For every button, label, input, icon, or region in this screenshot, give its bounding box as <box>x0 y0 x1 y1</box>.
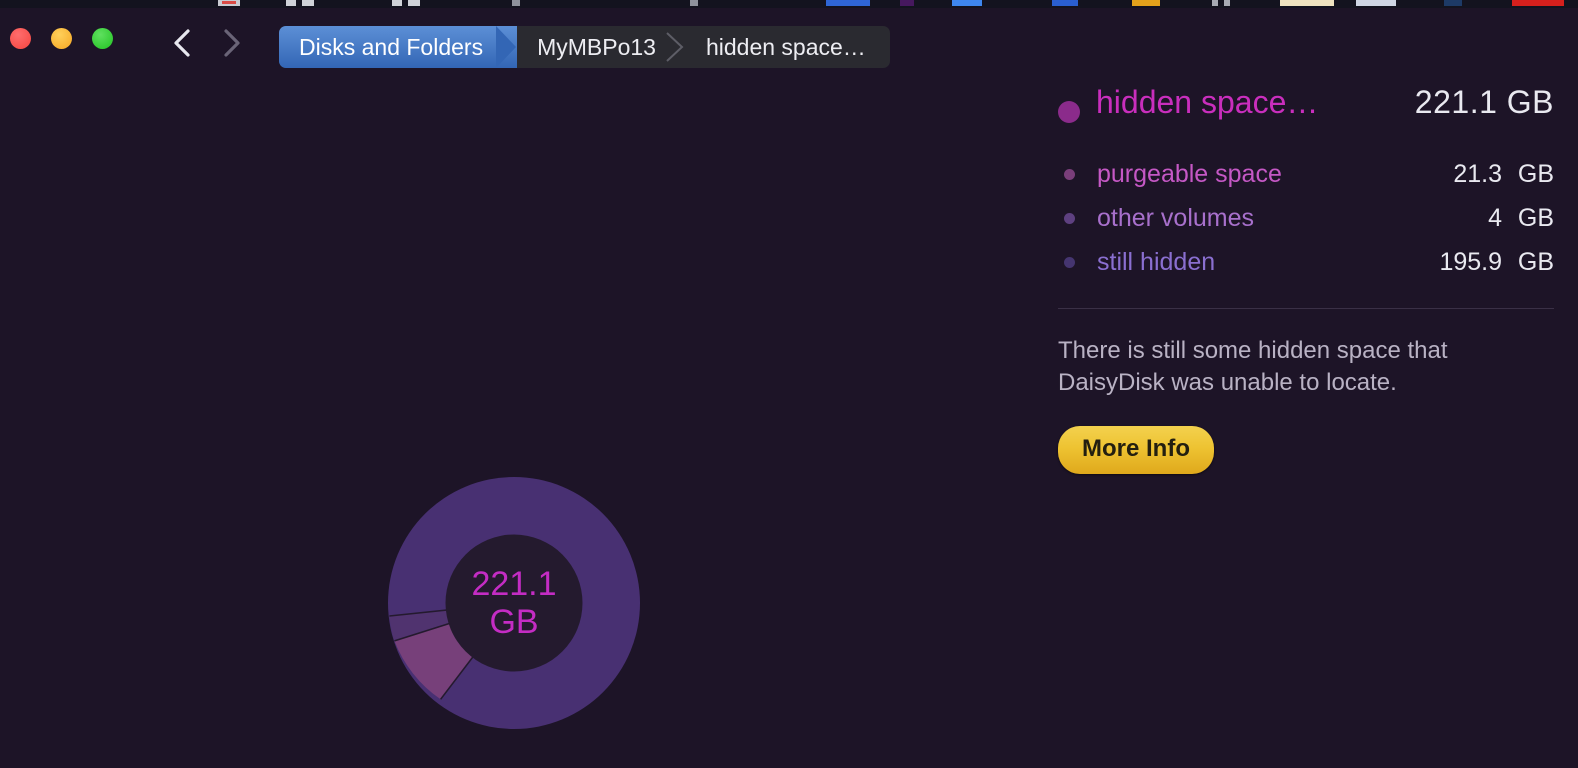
title-bar: Disks and Folders MyMBPo13 hidden space… <box>0 8 1578 70</box>
legend-dot-icon <box>1064 168 1075 180</box>
list-item[interactable]: still hidden 195.9 GB <box>1058 240 1554 284</box>
list-item-label: purgeable space <box>1097 159 1282 188</box>
breadcrumb-chevron-icon <box>666 32 684 62</box>
donut-chart: 221.1 GB <box>388 477 640 729</box>
zoom-button[interactable] <box>92 28 113 49</box>
list-item[interactable]: other volumes 4 GB <box>1058 196 1554 240</box>
list-item-unit: GB <box>1517 159 1554 188</box>
navigation-arrows <box>168 26 246 60</box>
breakdown-list: purgeable space 21.3 GB other volumes 4 … <box>1058 152 1554 284</box>
background-window-strip <box>0 0 1578 8</box>
main-entry-row[interactable]: hidden space… 221.1 GB <box>1058 84 1554 140</box>
minimize-button[interactable] <box>51 28 72 49</box>
donut-chart-svg <box>388 477 640 729</box>
list-item-label: other volumes <box>1097 203 1255 232</box>
legend-dot-icon <box>1064 212 1075 224</box>
legend-dot-icon <box>1064 256 1075 268</box>
list-item-value: 4 <box>1488 203 1502 232</box>
donut-hole <box>445 534 583 672</box>
breadcrumb-item-mymbpo13[interactable]: MyMBPo13 <box>517 26 686 68</box>
breadcrumb-item-disks-and-folders[interactable]: Disks and Folders <box>279 26 518 68</box>
list-item[interactable]: purgeable space 21.3 GB <box>1058 152 1554 196</box>
list-item-value: 21.3 <box>1453 159 1502 188</box>
list-item-value: 195.9 <box>1439 247 1502 276</box>
window-controls <box>10 28 113 49</box>
forward-chevron-icon[interactable] <box>218 26 246 60</box>
list-item-label: still hidden <box>1097 247 1216 276</box>
breadcrumb-chevron-icon <box>496 26 517 68</box>
breadcrumb-label: MyMBPo13 <box>537 33 656 60</box>
breadcrumb: Disks and Folders MyMBPo13 hidden space… <box>279 26 890 68</box>
more-info-button[interactable]: More Info <box>1058 425 1214 474</box>
panel-divider <box>1058 308 1554 309</box>
main-entry-label: hidden space… <box>1096 84 1319 120</box>
close-button[interactable] <box>10 28 31 49</box>
breadcrumb-label: Disks and Folders <box>299 33 484 60</box>
breadcrumb-label: hidden space… <box>705 33 866 60</box>
main-entry-value: 221.1 GB <box>1414 84 1554 120</box>
hidden-space-note: There is still some hidden space that Da… <box>1058 337 1448 397</box>
info-panel: hidden space… 221.1 GB purgeable space 2… <box>1058 84 1554 474</box>
legend-dot-icon <box>1058 101 1080 123</box>
list-item-unit: GB <box>1517 203 1554 232</box>
list-item-unit: GB <box>1517 247 1554 276</box>
breadcrumb-item-hidden-space[interactable]: hidden space… <box>686 26 890 68</box>
back-chevron-icon[interactable] <box>168 26 196 60</box>
